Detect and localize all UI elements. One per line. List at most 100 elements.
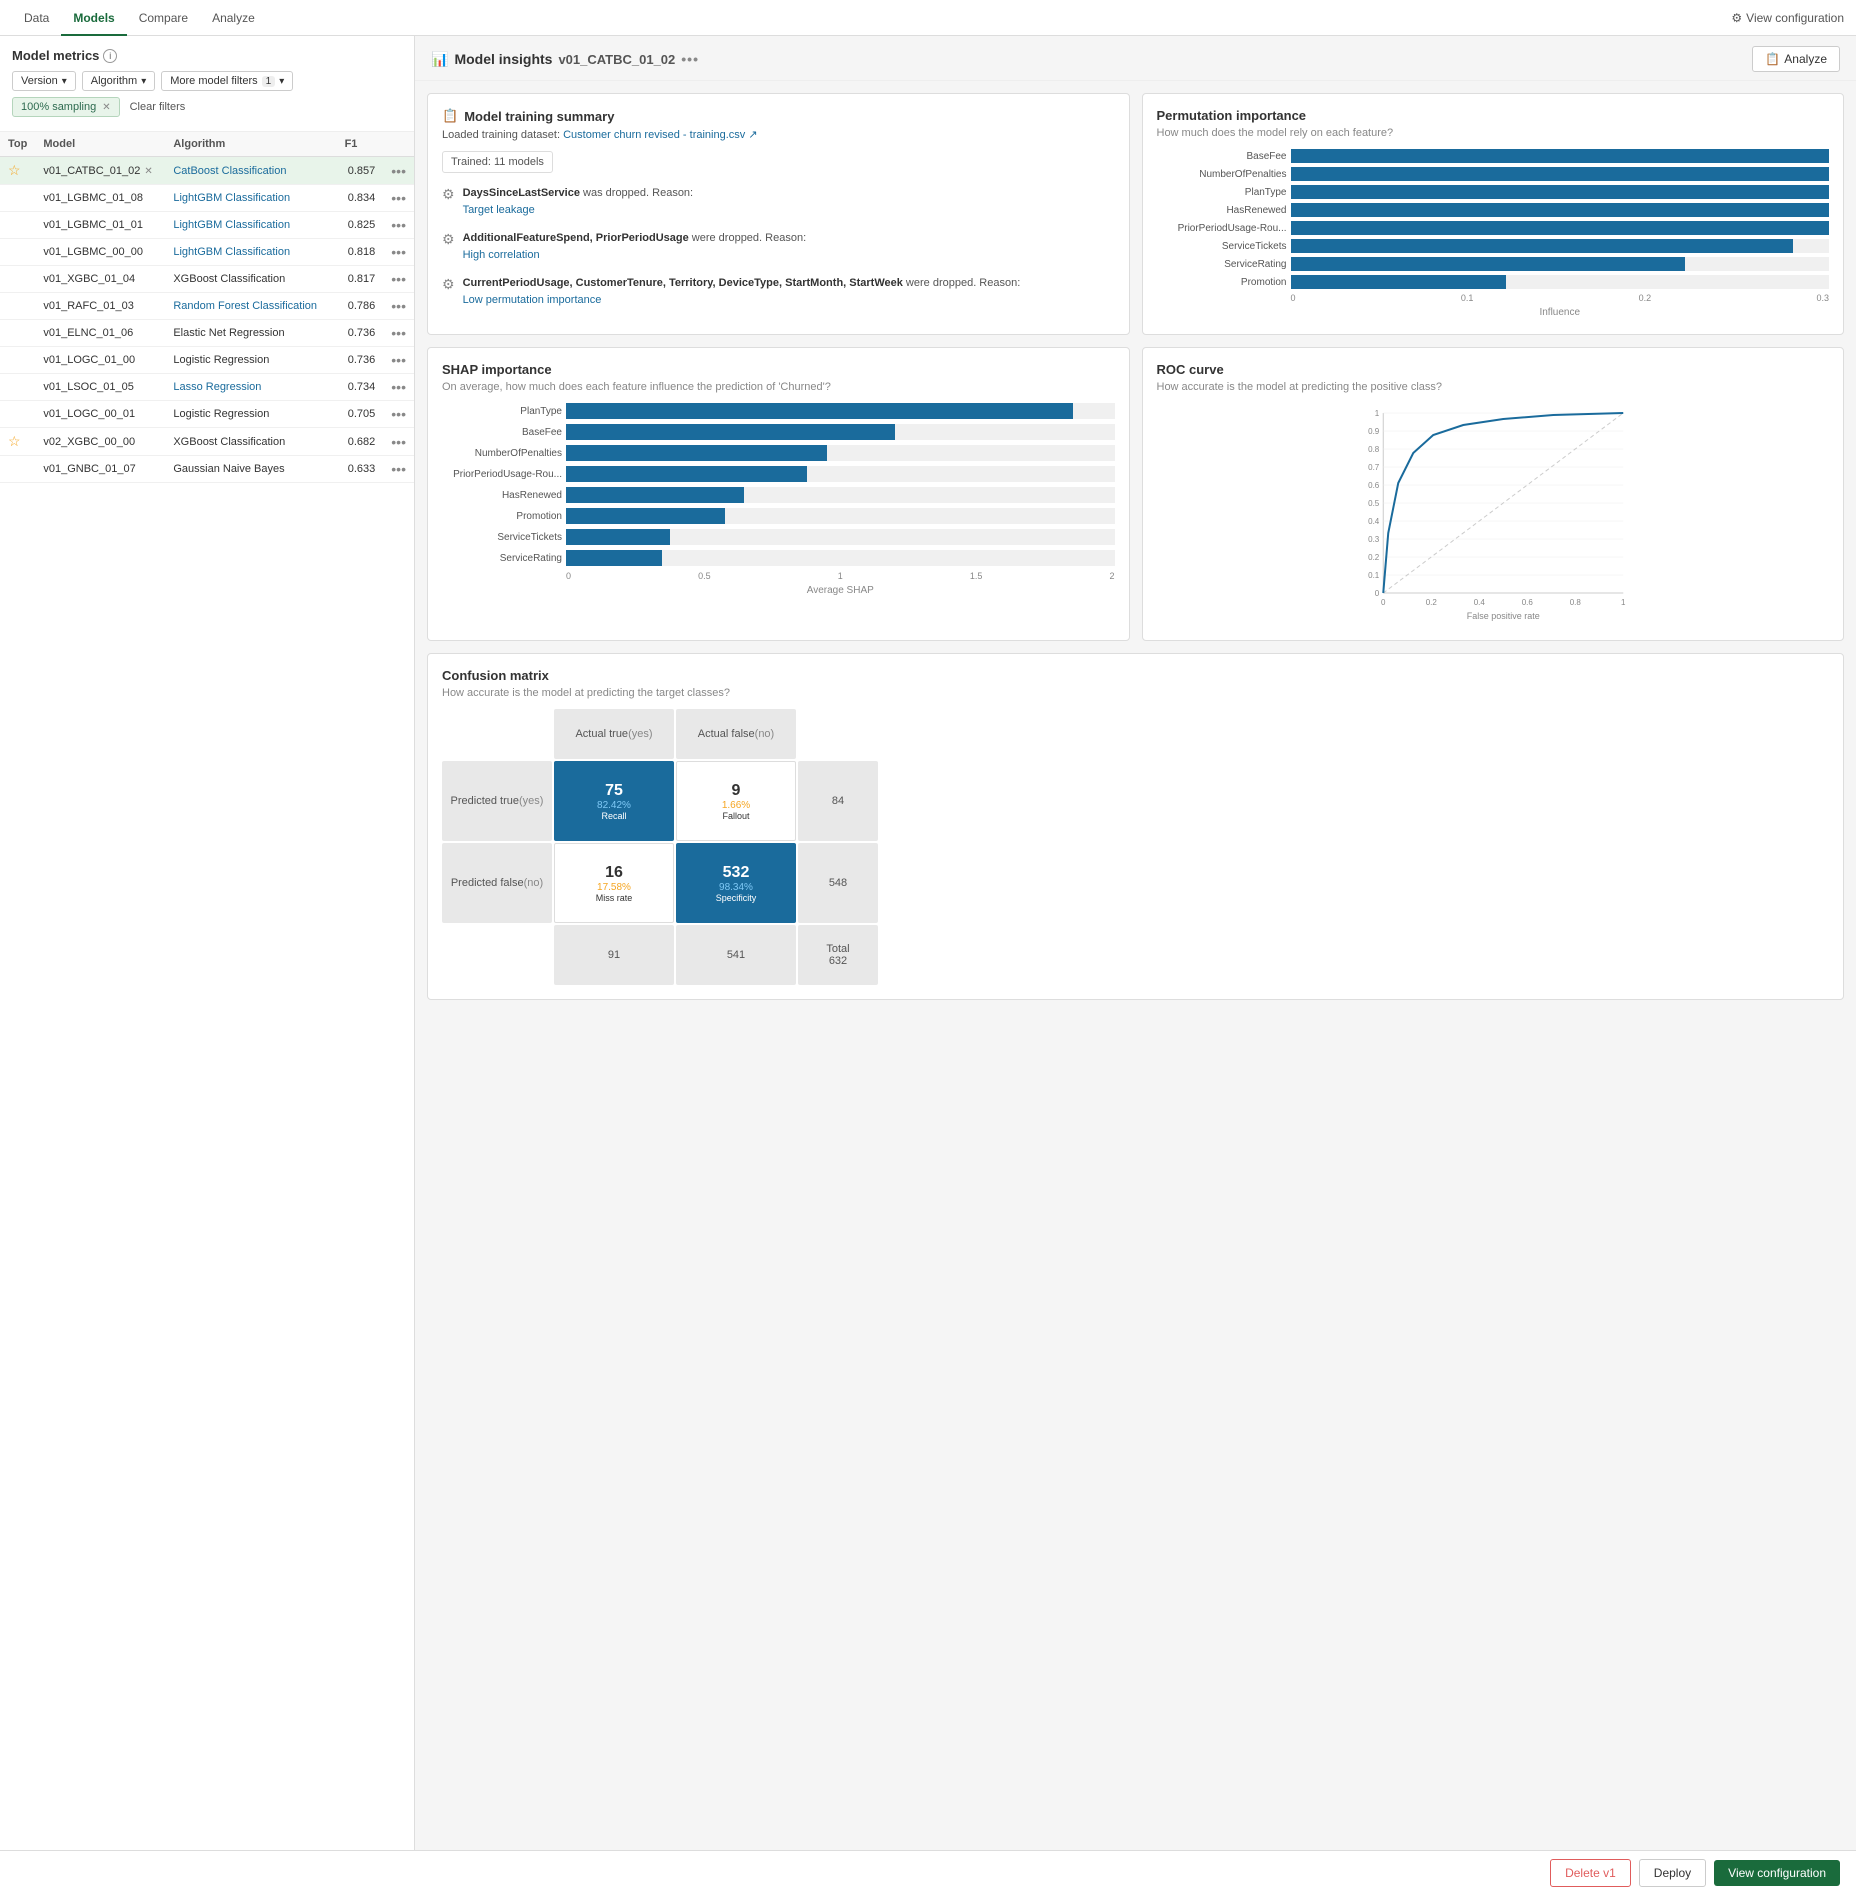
nav-tab-compare[interactable]: Compare <box>127 0 200 36</box>
table-row[interactable]: v01_LGBMC_00_00 LightGBM Classification … <box>0 239 414 266</box>
svg-text:0.8: 0.8 <box>1569 598 1581 607</box>
algorithm-link[interactable]: Lasso Regression <box>173 381 261 393</box>
algorithm-cell: XGBoost Classification <box>165 266 336 293</box>
svg-text:1: 1 <box>1621 598 1626 607</box>
svg-text:0.5: 0.5 <box>1368 499 1380 508</box>
perm-bar-row: ServiceRating <box>1157 257 1830 271</box>
shap-bar-fill <box>566 550 662 566</box>
row-more-options[interactable]: ••• <box>391 217 406 233</box>
trained-count: Trained: 11 models <box>442 151 553 173</box>
version-filter[interactable]: Version ▾ <box>12 71 76 91</box>
shap-bar-row: Promotion <box>442 508 1115 524</box>
external-link-icon: ↗ <box>748 129 757 141</box>
algorithm-cell: XGBoost Classification <box>165 428 336 456</box>
row-more-options[interactable]: ••• <box>391 379 406 395</box>
permutation-axis: 00.10.20.3 <box>1291 293 1830 303</box>
svg-text:1: 1 <box>1374 409 1379 418</box>
row-more-options[interactable]: ••• <box>391 406 406 422</box>
algorithm-link: XGBoost Classification <box>173 273 285 285</box>
delete-button[interactable]: Delete v1 <box>1550 1859 1631 1887</box>
more-options-cell: ••• <box>383 456 414 483</box>
svg-text:0: 0 <box>1381 598 1386 607</box>
algorithm-link[interactable]: LightGBM Classification <box>173 246 290 258</box>
algorithm-link[interactable]: CatBoost Classification <box>173 165 286 177</box>
row-more-options[interactable]: ••• <box>391 244 406 260</box>
table-row[interactable]: v01_XGBC_01_04 XGBoost Classification 0.… <box>0 266 414 293</box>
perm-bar-label: HasRenewed <box>1157 205 1287 216</box>
remove-sampling-filter[interactable]: ✕ <box>102 102 110 113</box>
row-more-options[interactable]: ••• <box>391 163 406 179</box>
algorithm-link: XGBoost Classification <box>173 436 285 448</box>
table-row[interactable]: v01_RAFC_01_03 Random Forest Classificat… <box>0 293 414 320</box>
f1-cell: 0.734 <box>337 374 384 401</box>
row-more-options[interactable]: ••• <box>391 190 406 206</box>
col-header-model[interactable]: Model <box>35 132 165 157</box>
table-row[interactable]: ☆ v02_XGBC_00_00 XGBoost Classification … <box>0 428 414 456</box>
algorithm-cell: Logistic Regression <box>165 401 336 428</box>
settings-icon: ⚙ <box>1731 11 1742 25</box>
algorithm-link[interactable]: Random Forest Classification <box>173 300 317 312</box>
low-perm-link[interactable]: Low permutation importance <box>463 294 602 306</box>
permutation-subtitle: How much does the model rely on each fea… <box>1157 127 1830 139</box>
row-more-options[interactable]: ••• <box>391 298 406 314</box>
view-config-button[interactable]: View configuration <box>1714 1860 1840 1886</box>
perm-bar-label: Promotion <box>1157 277 1287 288</box>
table-row[interactable]: v01_LGBMC_01_08 LightGBM Classification … <box>0 185 414 212</box>
dataset-link[interactable]: Customer churn revised - training.csv <box>563 129 745 141</box>
nav-tab-analyze[interactable]: Analyze <box>200 0 267 36</box>
perm-bar-fill <box>1291 203 1830 217</box>
algorithm-cell: Gaussian Naive Bayes <box>165 456 336 483</box>
svg-text:0.4: 0.4 <box>1473 598 1485 607</box>
target-leakage-link[interactable]: Target leakage <box>463 204 535 216</box>
table-row[interactable]: v01_LOGC_01_00 Logistic Regression 0.736… <box>0 347 414 374</box>
top-cell: ☆ <box>0 428 35 456</box>
table-row[interactable]: v01_LSOC_01_05 Lasso Regression 0.734 ••… <box>0 374 414 401</box>
row-more-options[interactable]: ••• <box>391 434 406 450</box>
nav-tab-models[interactable]: Models <box>61 0 126 36</box>
more-filters[interactable]: More model filters 1 ▾ <box>161 71 293 91</box>
version-chevron: ▾ <box>62 76 67 87</box>
deselect-model[interactable]: ✕ <box>144 166 152 177</box>
view-config-nav[interactable]: ⚙ View configuration <box>1731 11 1844 25</box>
col-header-algorithm[interactable]: Algorithm <box>165 132 336 157</box>
permutation-title: Permutation importance <box>1157 108 1830 123</box>
f1-cell: 0.736 <box>337 347 384 374</box>
summary-icon: 📋 <box>442 108 458 124</box>
shap-bar-fill <box>566 487 744 503</box>
shap-bar-fill <box>566 466 807 482</box>
algorithm-filter[interactable]: Algorithm ▾ <box>82 71 156 91</box>
algorithm-link: Logistic Regression <box>173 408 269 420</box>
algorithm-link[interactable]: LightGBM Classification <box>173 219 290 231</box>
high-correlation-link[interactable]: High correlation <box>463 249 540 261</box>
algorithm-cell: Random Forest Classification <box>165 293 336 320</box>
perm-bar-fill <box>1291 239 1794 253</box>
table-row[interactable]: v01_ELNC_01_06 Elastic Net Regression 0.… <box>0 320 414 347</box>
perm-bar-track <box>1291 167 1830 181</box>
more-options-cell: ••• <box>383 347 414 374</box>
clear-filters[interactable]: Clear filters <box>126 98 190 116</box>
table-row[interactable]: v01_GNBC_01_07 Gaussian Naive Bayes 0.63… <box>0 456 414 483</box>
table-row[interactable]: v01_LOGC_00_01 Logistic Regression 0.705… <box>0 401 414 428</box>
top-cell <box>0 401 35 428</box>
insights-more-options[interactable]: ••• <box>681 51 699 67</box>
row-more-options[interactable]: ••• <box>391 325 406 341</box>
deploy-button[interactable]: Deploy <box>1639 1859 1706 1887</box>
top-cell <box>0 456 35 483</box>
table-row[interactable]: v01_LGBMC_01_01 LightGBM Classification … <box>0 212 414 239</box>
shap-bar-track <box>566 466 1115 482</box>
analyze-button[interactable]: 📋 Analyze <box>1752 46 1840 72</box>
perm-bar-row: PlanType <box>1157 185 1830 199</box>
row-more-options[interactable]: ••• <box>391 271 406 287</box>
shap-chart: PlanType BaseFee NumberOfPenalties Prior… <box>442 403 1115 566</box>
table-row[interactable]: ☆ v01_CATBC_01_02✕ CatBoost Classificati… <box>0 157 414 185</box>
row-more-options[interactable]: ••• <box>391 461 406 477</box>
row-more-options[interactable]: ••• <box>391 352 406 368</box>
f1-cell: 0.682 <box>337 428 384 456</box>
nav-tab-data[interactable]: Data <box>12 0 61 36</box>
perm-bar-fill <box>1291 149 1830 163</box>
chart-icon: 📊 <box>431 51 448 68</box>
svg-text:0.4: 0.4 <box>1368 517 1380 526</box>
algorithm-link[interactable]: LightGBM Classification <box>173 192 290 204</box>
info-icon[interactable]: i <box>103 49 117 63</box>
col-header-f1[interactable]: F1 <box>337 132 384 157</box>
